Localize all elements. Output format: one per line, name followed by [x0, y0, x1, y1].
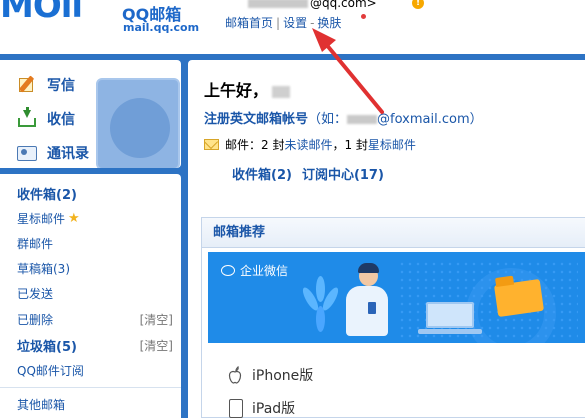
folder-label: 已删除 [17, 312, 54, 327]
empty-spam-button[interactable]: [清空] [140, 337, 173, 354]
register-example-prefix: （如： [308, 112, 348, 127]
folder-sent[interactable]: 已发送 [17, 282, 177, 304]
unread-mail-link[interactable]: 未读邮件 [284, 136, 332, 153]
redacted-user-name [272, 85, 291, 98]
nav-separator: | [276, 16, 281, 30]
folder-label: QQ邮件订阅 [17, 363, 84, 378]
apple-icon [227, 365, 243, 384]
sidebar: 写信 收信 通讯录 收件箱(2) 星标邮件 ★ 群邮件 草稿箱(3) 已发送 已删… [0, 54, 184, 418]
compose-button[interactable]: 写信 [0, 70, 130, 100]
wecom-banner[interactable]: 企业微信 [208, 252, 585, 343]
folder-starred[interactable]: 星标邮件 ★ [17, 207, 177, 229]
nav-separator: - [310, 16, 315, 30]
folder-label: 收件箱(2) [17, 187, 77, 203]
recommendation-title: 邮箱推荐 [202, 218, 585, 248]
main-quick-links: 收件箱(2) 订阅中心(17) [232, 164, 394, 183]
empty-deleted-button[interactable]: [清空] [140, 311, 173, 328]
plant-illustration [300, 276, 341, 340]
quick-actions-panel: 写信 收信 通讯录 [0, 60, 181, 168]
mailbox-home-link[interactable]: 邮箱首页 [225, 16, 273, 30]
warning-icon[interactable]: ! [412, 0, 424, 9]
register-english-link[interactable]: 注册英文邮箱帐号 [204, 112, 308, 127]
person-with-phone-illustration [336, 262, 426, 343]
greeting-text: 上午好， [204, 77, 291, 101]
laptop-illustration [418, 302, 482, 338]
folder-spam[interactable]: 垃圾箱(5) [清空] [17, 334, 177, 356]
subscription-center-link[interactable]: 订阅中心(17) [302, 168, 384, 183]
contacts-label: 通讯录 [47, 146, 89, 162]
main-area: 上午好， 注册英文邮箱帐号（如： @foxmail.com） 邮件：2 封未读邮件… [184, 54, 585, 418]
account-suffix: @qq.com> [310, 0, 377, 10]
ipad-app-link[interactable]: iPad版 [227, 396, 295, 418]
account-address: @qq.com> [248, 0, 377, 10]
summary-prefix: 邮件：2 封 [225, 138, 285, 152]
folder-divider [0, 387, 181, 388]
folder-label: 群邮件 [17, 236, 54, 251]
settings-link[interactable]: 设置 [283, 16, 307, 30]
pencil-pad-icon [17, 75, 37, 94]
wecom-label: 企业微信 [240, 264, 289, 278]
skin-new-badge-dot [361, 14, 366, 19]
folder-label: 其他邮箱 [17, 397, 66, 412]
register-example-suffix: @foxmail.com） [377, 112, 483, 127]
top-nav-links: 邮箱首页 | 设置 - 换肤 [225, 14, 341, 31]
folder-list: 收件箱(2) 星标邮件 ★ 群邮件 草稿箱(3) 已发送 已删除 [清空] 垃圾箱… [0, 174, 181, 418]
wecom-logo: 企业微信 [221, 262, 288, 279]
folder-label: 已发送 [17, 286, 54, 301]
ipad-icon [227, 399, 243, 418]
welcome-card: 上午好， 注册英文邮箱帐号（如： @foxmail.com） 邮件：2 封未读邮件… [188, 60, 585, 418]
iphone-app-link[interactable]: iPhone版 [227, 363, 313, 387]
ipad-app-label: iPad版 [252, 401, 296, 417]
folder-inbox[interactable]: 收件箱(2) [17, 182, 177, 204]
register-english-account: 注册英文邮箱帐号（如： @foxmail.com） [204, 108, 483, 127]
folder-group-mail[interactable]: 群邮件 [17, 232, 177, 254]
mail-summary: 邮件：2 封未读邮件 ，1 封星标邮件 [204, 136, 416, 153]
greeting-label: 上午好， [204, 81, 269, 100]
logo-wordmark: MOil [0, 0, 83, 26]
folder-drafts[interactable]: 草稿箱(3) [17, 257, 177, 279]
receive-label: 收信 [47, 112, 75, 128]
starred-mail-link[interactable]: 星标邮件 [368, 136, 416, 153]
mailbox-recommendation-panel: 邮箱推荐 企业微信 iPhone版 iPad版 [201, 217, 585, 418]
folder-deleted[interactable]: 已删除 [清空] [17, 308, 177, 330]
folder-label: 星标邮件 [17, 211, 66, 226]
qq-mail-logo[interactable]: MOil [0, 0, 118, 34]
envelope-icon [204, 139, 219, 150]
folder-other-mailboxes[interactable]: 其他邮箱 [17, 393, 177, 415]
folder-illustration [493, 278, 545, 318]
change-skin-link[interactable]: 换肤 [317, 16, 341, 30]
folder-qq-subscriptions[interactable]: QQ邮件订阅 [17, 359, 177, 381]
summary-middle: ，1 封 [332, 138, 368, 152]
contacts-button[interactable]: 通讯录 [0, 138, 130, 168]
top-header: MOil QQ邮箱 mail.qq.com @qq.com> ! 邮箱首页 | 设置… [0, 0, 585, 44]
iphone-app-label: iPhone版 [252, 368, 314, 384]
receive-mail-button[interactable]: 收信 [0, 104, 130, 134]
folder-label: 草稿箱(3) [17, 261, 70, 276]
inbox-quick-link[interactable]: 收件箱(2) [232, 168, 292, 183]
contact-card-icon [17, 144, 37, 162]
redacted-example-name [347, 115, 378, 124]
redacted-account-name [248, 0, 308, 8]
compose-label: 写信 [47, 78, 75, 94]
star-icon: ★ [68, 210, 80, 226]
inbox-download-icon [17, 107, 37, 128]
folder-label: 垃圾箱(5) [17, 339, 77, 355]
brand-domain: mail.qq.com [123, 21, 200, 34]
wecom-bubble-icon [221, 265, 235, 276]
